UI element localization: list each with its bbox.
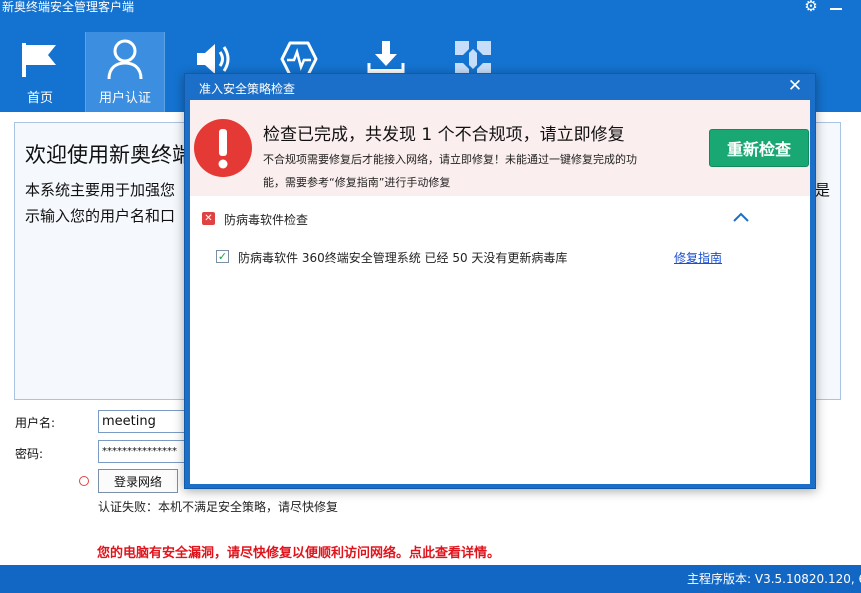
- nav-label-home: 首页: [26, 91, 53, 106]
- fix-guide-link[interactable]: 修复指南: [674, 249, 722, 266]
- minimize-icon[interactable]: [830, 2, 842, 10]
- loading-spinner-icon: [79, 476, 89, 486]
- close-icon[interactable]: ✕: [785, 76, 805, 96]
- welcome-line-2: 示输入您的用户名和口: [25, 207, 176, 225]
- alert-exclamation-icon: [193, 118, 253, 178]
- login-button[interactable]: 登录网络: [98, 469, 178, 493]
- version-text: 主程序版本: V3.5.10820.120, 64: [687, 572, 861, 586]
- welcome-title: 欢迎使用新奥终端: [25, 143, 193, 167]
- flag-icon: [0, 36, 80, 82]
- check-item-row: ✓ 防病毒软件 360终端安全管理系统 已经 50 天没有更新病毒库 修复指南: [190, 244, 810, 268]
- username-label: 用户名:: [15, 416, 56, 430]
- alert-headline: 检查已完成，共发现 1 个不合规项，请立即修复: [263, 125, 625, 145]
- app-title: 新奥终端安全管理客户端: [2, 0, 135, 14]
- dialog-titlebar[interactable]: 准入安全策略检查 ✕: [185, 74, 815, 100]
- nav-label-user-auth: 用户认证: [98, 91, 151, 106]
- auth-error-message: 认证失败：本机不满足安全策略，请尽快修复: [98, 500, 339, 514]
- chevron-up-icon[interactable]: [730, 208, 752, 226]
- security-warning-link[interactable]: 您的电脑有安全漏洞，请尽快修复以便顺利访问网络。点此查看详情。: [97, 542, 500, 561]
- password-label: 密码:: [15, 447, 44, 461]
- statusbar: 主程序版本: V3.5.10820.120, 64: [0, 565, 861, 593]
- gear-icon[interactable]: ⚙: [802, 0, 820, 16]
- check-item-text: 防病毒软件 360终端安全管理系统 已经 50 天没有更新病毒库: [238, 251, 568, 265]
- welcome-line-1-tail: 是: [815, 181, 831, 199]
- nav-item-user-auth[interactable]: 用户认证: [85, 32, 165, 112]
- main-window: 新奥终端安全管理客户端 ⚙ 首页 用户认证 欢迎使用新奥终端 本系统主要用于加强…: [0, 0, 861, 593]
- policy-check-dialog: 准入安全策略检查 ✕ 检查已完成，共发现 1 个不合规项，请立即修复 不合规项需…: [184, 73, 816, 489]
- alert-description: 不合规项需要修复后才能接入网络，请立即修复！未能通过一键修复完成的功能，需要参考…: [263, 153, 637, 189]
- username-input[interactable]: [98, 410, 194, 433]
- dialog-body: 检查已完成，共发现 1 个不合规项，请立即修复 不合规项需要修复后才能接入网络，…: [190, 100, 810, 484]
- password-input[interactable]: [98, 440, 194, 463]
- section-title: 防病毒软件检查: [224, 213, 309, 227]
- alert-banner: 检查已完成，共发现 1 个不合规项，请立即修复 不合规项需要修复后才能接入网络，…: [190, 100, 810, 196]
- dialog-title: 准入安全策略检查: [199, 82, 296, 96]
- section-header-antivirus[interactable]: ✕ 防病毒软件检查: [190, 202, 810, 234]
- recheck-button[interactable]: 重新检查: [709, 129, 809, 167]
- checkbox-checked-icon[interactable]: ✓: [216, 250, 229, 263]
- fail-x-icon: ✕: [202, 212, 215, 225]
- nav-item-home[interactable]: 首页: [0, 32, 80, 112]
- user-icon: [86, 36, 164, 82]
